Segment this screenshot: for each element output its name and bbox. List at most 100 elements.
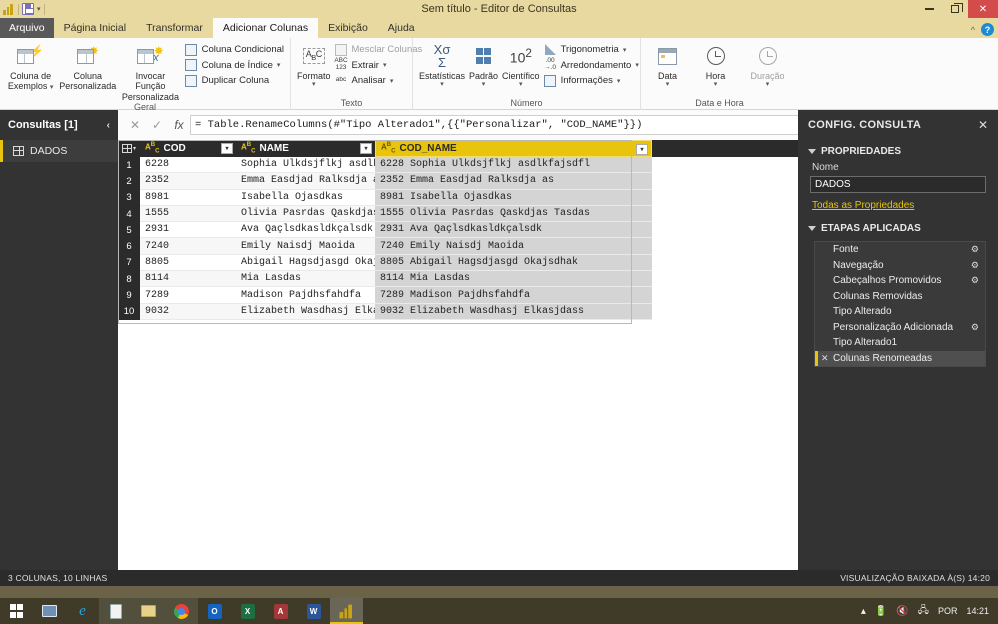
table-cell-name[interactable]: Abigail Hagsdjasgd Okaj… (236, 255, 375, 272)
table-cell-cod_name[interactable]: 8981 Isabella Ojasdkas (375, 189, 652, 206)
table-cell-cod[interactable]: 8981 (140, 190, 236, 206)
applied-step-item[interactable]: Navegação ⚙ (815, 258, 985, 274)
tab-ajuda[interactable]: Ajuda (378, 18, 425, 38)
filter-dropdown-icon[interactable]: ▾ (221, 142, 233, 154)
close-icon[interactable]: ✕ (978, 118, 988, 132)
arredondamento-button[interactable]: .00 →.0 Arredondamento ▾ (544, 57, 639, 72)
table-cell-cod[interactable]: 7240 (140, 238, 236, 255)
table-row[interactable]: 10 9032 Elizabeth Wasdhasj Elka… 9032 Eliza… (118, 303, 798, 320)
select-all-button[interactable]: ▾ (118, 140, 140, 157)
table-row[interactable]: 5 2931 Ava Qaçlsdkasldkçalsdk 2931 Ava Qaçl… (118, 222, 798, 239)
table-cell-name[interactable]: Isabella Ojasdkas (236, 190, 375, 206)
internet-explorer-button[interactable]: e (66, 598, 99, 624)
access-button[interactable]: A (264, 598, 297, 624)
table-cell-cod[interactable]: 9032 (140, 303, 236, 320)
table-cell-name[interactable]: Ava Qaçlsdkasldkçalsdk (236, 222, 375, 239)
language-indicator[interactable]: POR (938, 606, 958, 616)
table-cell-cod_name[interactable]: 6228 Sophia Ulkdsjflkj asdlkfajsdfl (375, 157, 652, 174)
tab-exibicao[interactable]: Exibição (318, 18, 378, 38)
task-view-button[interactable] (33, 598, 66, 624)
applied-step-item[interactable]: Personalização Adicionada ⚙ (815, 320, 985, 336)
invocar-funcao-personalizada-button[interactable]: fx ✸ Invocar Função Personalizada (120, 41, 180, 102)
applied-step-item[interactable]: Tipo Alterado1 (815, 335, 985, 351)
table-cell-cod[interactable]: 2931 (140, 222, 236, 239)
table-cell-cod[interactable]: 7289 (140, 287, 236, 304)
table-row[interactable]: 9 7289 Madison Pajdhsfahdfa 7289 Madison Pa… (118, 287, 798, 304)
close-button[interactable]: ✕ (968, 0, 998, 18)
tab-arquivo[interactable]: Arquivo (0, 18, 54, 38)
hora-button[interactable]: Hora ▾ (696, 41, 736, 89)
clock[interactable]: 14:21 (966, 606, 989, 616)
notepad-button[interactable] (99, 598, 132, 624)
table-cell-cod[interactable]: 6228 (140, 157, 236, 174)
trigonometria-button[interactable]: Trigonometria ▾ (544, 43, 639, 56)
volume-muted-icon[interactable]: 🔇 (896, 606, 908, 617)
table-row[interactable]: 4 1555 Olivia Pasrdas Qaskdjas… 1555 Olivia… (118, 205, 798, 223)
applied-step-item[interactable]: Colunas Removidas (815, 289, 985, 305)
table-row[interactable]: 1 6228 Sophia Ulkdsjflkj asdlk… 6228 Sophia… (118, 157, 798, 174)
table-cell-name[interactable]: Mia Lasdas (236, 271, 375, 288)
table-cell-cod[interactable]: 2352 (140, 173, 236, 190)
applied-step-item[interactable]: Fonte ⚙ (815, 242, 985, 258)
outlook-button[interactable]: O (198, 598, 231, 624)
table-cell-name[interactable]: Emma Easdjad Ralksdja a… (236, 173, 375, 190)
informacoes-button[interactable]: Informações ▾ (544, 74, 639, 87)
gear-icon[interactable]: ⚙ (971, 260, 979, 271)
file-explorer-button[interactable] (132, 598, 165, 624)
table-cell-cod[interactable]: 8805 (140, 255, 236, 272)
battery-icon[interactable]: 🔋 (875, 606, 887, 617)
gear-icon[interactable]: ⚙ (971, 275, 979, 286)
column-header-cod-name[interactable]: ABC COD_NAME ▾ (375, 140, 652, 157)
table-cell-cod_name[interactable]: 8805 Abigail Hagsdjasgd Okajsdhak (375, 254, 652, 272)
table-cell-cod_name[interactable]: 8114 Mia Lasdas (375, 271, 652, 288)
table-cell-name[interactable]: Elizabeth Wasdhasj Elka… (236, 303, 375, 320)
table-cell-cod_name[interactable]: 2931 Ava Qaçlsdkasldkçalsdk (375, 222, 652, 239)
applied-step-item[interactable]: Tipo Alterado (815, 304, 985, 320)
table-cell-cod[interactable]: 1555 (140, 205, 236, 223)
chevron-up-icon[interactable]: ^ (971, 25, 975, 35)
extrair-button[interactable]: ABC 123 Extrair ▾ (334, 57, 423, 72)
filter-dropdown-icon[interactable]: ▾ (360, 142, 372, 154)
formula-accept-button[interactable]: ✓ (146, 114, 168, 136)
table-cell-cod_name[interactable]: 9032 Elizabeth Wasdhasj Elkasjdass (375, 303, 652, 320)
coluna-condicional-button[interactable]: Coluna Condicional (185, 43, 284, 56)
quick-access-dropdown-icon[interactable]: ▾ (37, 6, 41, 13)
table-cell-name[interactable]: Madison Pajdhsfahdfa (236, 287, 375, 304)
coluna-personalizada-button[interactable]: ✸ Coluna Personalizada (59, 41, 116, 92)
excel-button[interactable]: X (231, 598, 264, 624)
tab-pagina-inicial[interactable]: Página Inicial (54, 18, 136, 38)
tab-transformar[interactable]: Transformar (136, 18, 213, 38)
power-bi-button[interactable] (330, 598, 363, 624)
table-cell-cod_name[interactable]: 7240 Emily Naisdj Maoida (375, 238, 652, 255)
word-button[interactable]: W (297, 598, 330, 624)
delete-step-icon[interactable]: ✕ (821, 353, 829, 364)
estatisticas-button[interactable]: Χσ Σ Estatísticas ▾ (419, 41, 465, 89)
table-cell-name[interactable]: Olivia Pasrdas Qaskdjas… (236, 205, 375, 223)
table-row[interactable]: 2 2352 Emma Easdjad Ralksdja a… 2352 Emma E… (118, 173, 798, 190)
network-icon[interactable]: 🖧 (918, 603, 929, 620)
collapse-chevron-icon[interactable]: ‹ (107, 120, 110, 131)
padrao-button[interactable]: Padrão ▾ (469, 41, 498, 89)
all-properties-link[interactable]: Todas as Propriedades (798, 193, 998, 211)
table-row[interactable]: 6 7240 Emily Naisdj Maoida 7240 Emily Naisd… (118, 238, 798, 255)
save-icon[interactable] (22, 3, 35, 15)
start-button[interactable] (0, 598, 33, 624)
column-header-name[interactable]: ABC NAME ▾ (236, 140, 375, 157)
gear-icon[interactable]: ⚙ (971, 244, 979, 255)
formula-cancel-button[interactable]: ✕ (124, 114, 146, 136)
gear-icon[interactable]: ⚙ (971, 322, 979, 333)
formato-button[interactable]: ABC Formato ▾ (297, 41, 331, 89)
data-button[interactable]: Data ▾ (648, 41, 688, 89)
name-input[interactable]: DADOS (810, 176, 986, 193)
applied-step-item[interactable]: ✕ Colunas Renomeadas (815, 350, 985, 366)
table-cell-name[interactable]: Emily Naisdj Maoida (236, 238, 375, 255)
coluna-de-indice-button[interactable]: Coluna de Índice ▾ (185, 59, 284, 72)
table-row[interactable]: 3 8981 Isabella Ojasdkas 8981 Isabella Ojas… (118, 189, 798, 206)
filter-dropdown-icon[interactable]: ▾ (636, 143, 648, 155)
duplicar-coluna-button[interactable]: Duplicar Coluna (185, 74, 284, 87)
help-icon[interactable]: ? (981, 23, 994, 36)
table-cell-cod_name[interactable]: 2352 Emma Easdjad Ralksdja as (375, 173, 652, 190)
tray-expand-icon[interactable]: ▴ (861, 606, 866, 617)
tab-adicionar-colunas[interactable]: Adicionar Colunas (212, 18, 319, 38)
table-cell-cod_name[interactable]: 7289 Madison Pajdhsfahdfa (375, 287, 652, 304)
